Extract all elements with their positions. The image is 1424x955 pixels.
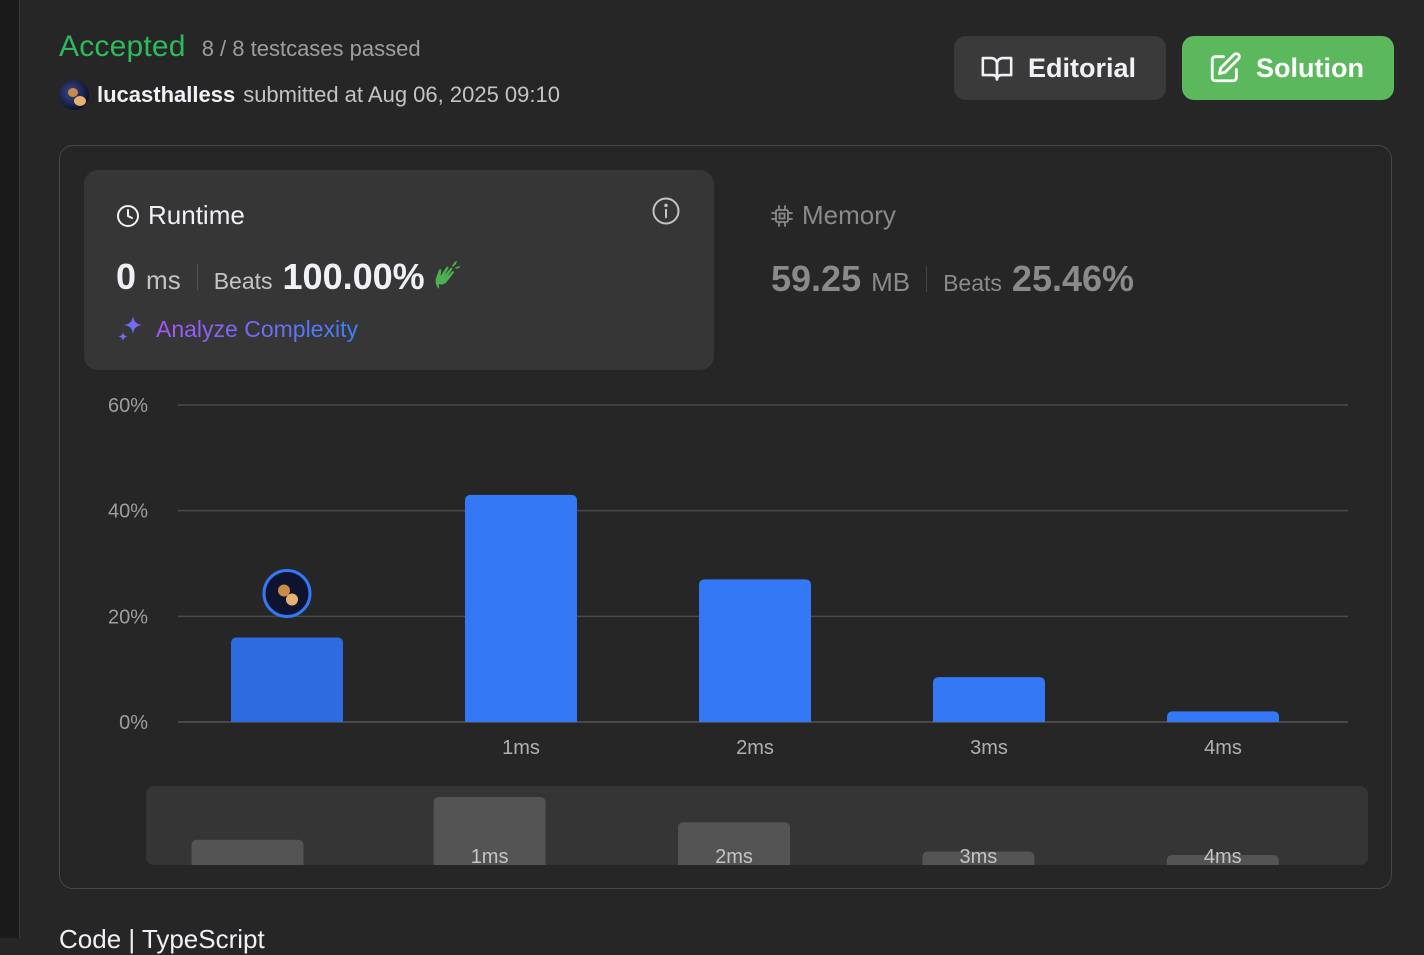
avatar-hand [286,593,298,606]
y-tick-label: 0% [119,712,148,734]
bar [699,579,811,722]
brush-bar [191,839,304,865]
code-language-tab[interactable]: Code | TypeScript [59,924,265,955]
bar [1167,711,1279,722]
bar [933,677,1045,722]
brush-tick-label: 1ms [471,846,509,865]
x-tick-label: 3ms [970,737,1008,759]
avatar-face [278,584,290,597]
x-tick-label: 2ms [736,737,774,759]
bar [465,494,577,722]
bar [231,637,343,722]
brush-minichart: 1ms 2ms 3ms 4ms [191,797,1279,865]
y-tick-label: 20% [108,606,148,628]
y-tick-label: 60% [108,395,148,417]
brush-tick-label: 4ms [1204,846,1242,865]
x-tick-label: 4ms [1204,737,1242,759]
brush-tick-label: 2ms [715,846,753,865]
brush-tick-label: 3ms [960,846,998,865]
y-tick-label: 40% [108,501,148,523]
x-tick-label: 1ms [502,737,540,759]
runtime-distribution-chart[interactable]: 0% 20% 40% 60% 1ms 2ms 3ms 4ms [0,0,1424,780]
chart-range-brush[interactable]: 1ms 2ms 3ms 4ms [146,786,1368,865]
